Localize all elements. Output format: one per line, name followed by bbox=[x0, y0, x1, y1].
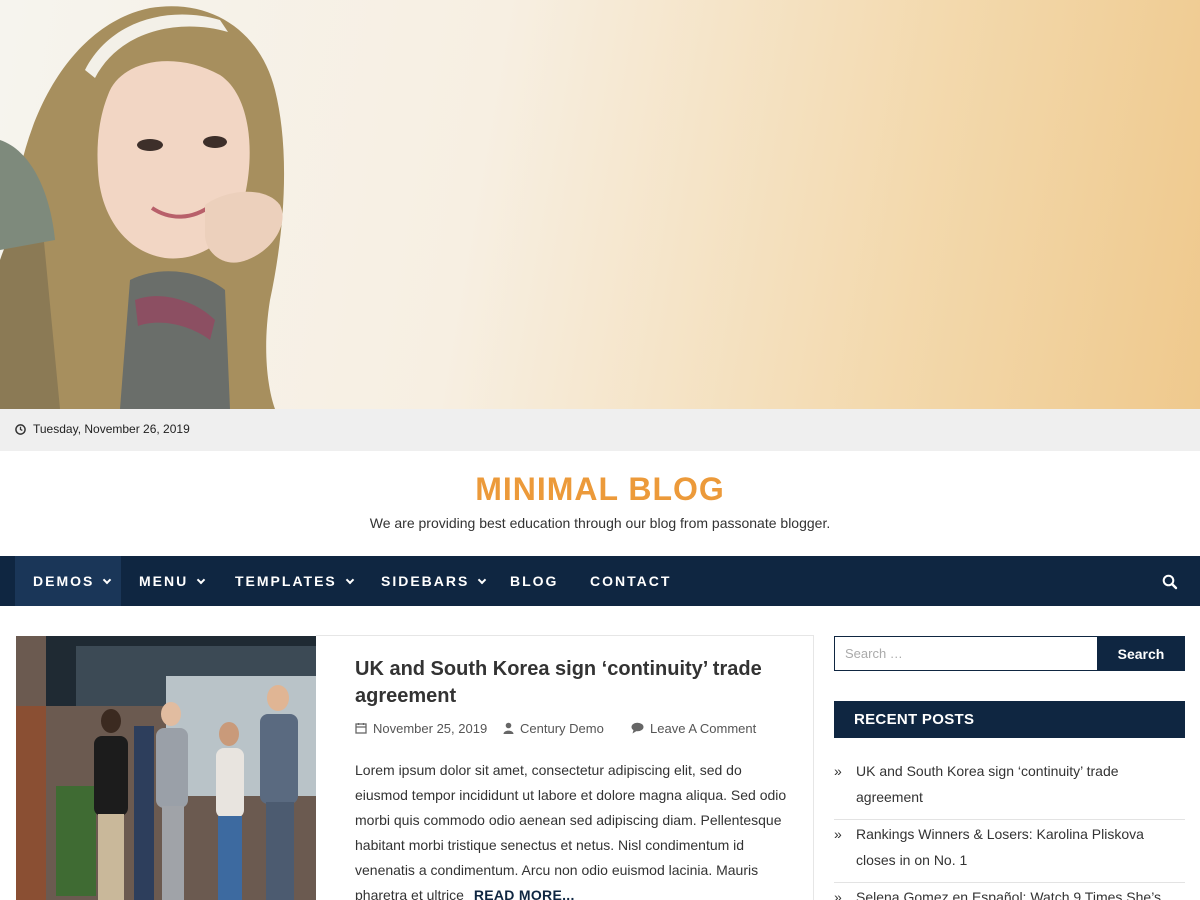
nav-item-sidebars[interactable]: SIDEBARS bbox=[381, 556, 487, 606]
chevron-down-icon bbox=[478, 575, 487, 585]
nav-item-label: SIDEBARS bbox=[381, 573, 470, 589]
recent-post-item[interactable]: » Rankings Winners & Losers: Karolina Pl… bbox=[834, 821, 1185, 873]
recent-post-link[interactable]: Selena Gomez en Español: Watch 9 Times S… bbox=[856, 889, 1161, 900]
comment-icon bbox=[631, 722, 644, 734]
user-icon bbox=[503, 722, 514, 734]
nav-item-label: BLOG bbox=[510, 573, 559, 589]
business-people-photo bbox=[16, 636, 316, 900]
top-bar: Tuesday, November 26, 2019 bbox=[0, 409, 1200, 451]
clock-icon bbox=[15, 424, 26, 435]
recent-posts-title: RECENT POSTS bbox=[834, 701, 1185, 738]
chevron-down-icon bbox=[345, 575, 354, 585]
sidebar-search-input[interactable] bbox=[834, 636, 1098, 671]
divider bbox=[834, 819, 1185, 820]
nav-item-label: DEMOS bbox=[33, 573, 95, 589]
recent-post-link[interactable]: Rankings Winners & Losers: Karolina Plis… bbox=[856, 826, 1144, 868]
nav-item-menu[interactable]: MENU bbox=[139, 556, 206, 606]
current-date: Tuesday, November 26, 2019 bbox=[33, 422, 190, 436]
double-chevron-right-icon: » bbox=[834, 763, 842, 779]
calendar-icon bbox=[355, 723, 367, 734]
post-title[interactable]: UK and South Korea sign ‘continuity’ tra… bbox=[355, 656, 775, 710]
nav-item-demos[interactable]: DEMOS bbox=[15, 556, 121, 606]
chevron-down-icon bbox=[103, 575, 112, 585]
nav-item-label: TEMPLATES bbox=[235, 573, 337, 589]
post-card: UK and South Korea sign ‘continuity’ tra… bbox=[316, 635, 814, 900]
girl-illustration bbox=[0, 6, 285, 409]
site-description: We are providing best education through … bbox=[369, 515, 831, 531]
recent-post-item[interactable]: » UK and South Korea sign ‘continuity’ t… bbox=[834, 758, 1185, 810]
post-comments[interactable]: Leave A Comment bbox=[631, 721, 756, 736]
nav-item-contact[interactable]: CONTACT bbox=[590, 556, 671, 606]
header-hero-image bbox=[0, 0, 1200, 409]
post-author-text: Century Demo bbox=[520, 721, 604, 736]
nav-item-label: CONTACT bbox=[590, 573, 672, 589]
post-excerpt: Lorem ipsum dolor sit amet, consectetur … bbox=[355, 758, 795, 900]
nav-item-blog[interactable]: BLOG bbox=[510, 556, 558, 606]
nav-item-label: MENU bbox=[139, 573, 189, 589]
recent-post-item[interactable]: » Selena Gomez en Español: Watch 9 Times… bbox=[834, 884, 1185, 900]
double-chevron-right-icon: » bbox=[834, 826, 842, 842]
post-date-text: November 25, 2019 bbox=[373, 721, 488, 736]
double-chevron-right-icon: » bbox=[834, 889, 842, 900]
divider bbox=[834, 882, 1185, 883]
chevron-down-icon bbox=[196, 575, 206, 585]
main-navigation: DEMOS MENU TEMPLATES SIDEBARS BLOG CONTA… bbox=[0, 556, 1200, 606]
post-featured-image[interactable] bbox=[16, 636, 316, 900]
read-more-link[interactable]: READ MORE... bbox=[474, 887, 575, 900]
post-comments-text: Leave A Comment bbox=[650, 721, 757, 736]
post-author[interactable]: Century Demo bbox=[503, 721, 604, 736]
search-icon[interactable] bbox=[1162, 574, 1178, 590]
sidebar-search-button[interactable]: Search bbox=[1097, 636, 1185, 671]
recent-post-link[interactable]: UK and South Korea sign ‘continuity’ tra… bbox=[856, 763, 1119, 805]
site-title[interactable]: MINIMAL BLOG bbox=[0, 471, 1200, 508]
post-date[interactable]: November 25, 2019 bbox=[355, 721, 487, 736]
nav-item-templates[interactable]: TEMPLATES bbox=[235, 556, 354, 606]
post-excerpt-text: Lorem ipsum dolor sit amet, consectetur … bbox=[355, 762, 787, 900]
site-branding: MINIMAL BLOG We are providing best educa… bbox=[0, 451, 1200, 556]
